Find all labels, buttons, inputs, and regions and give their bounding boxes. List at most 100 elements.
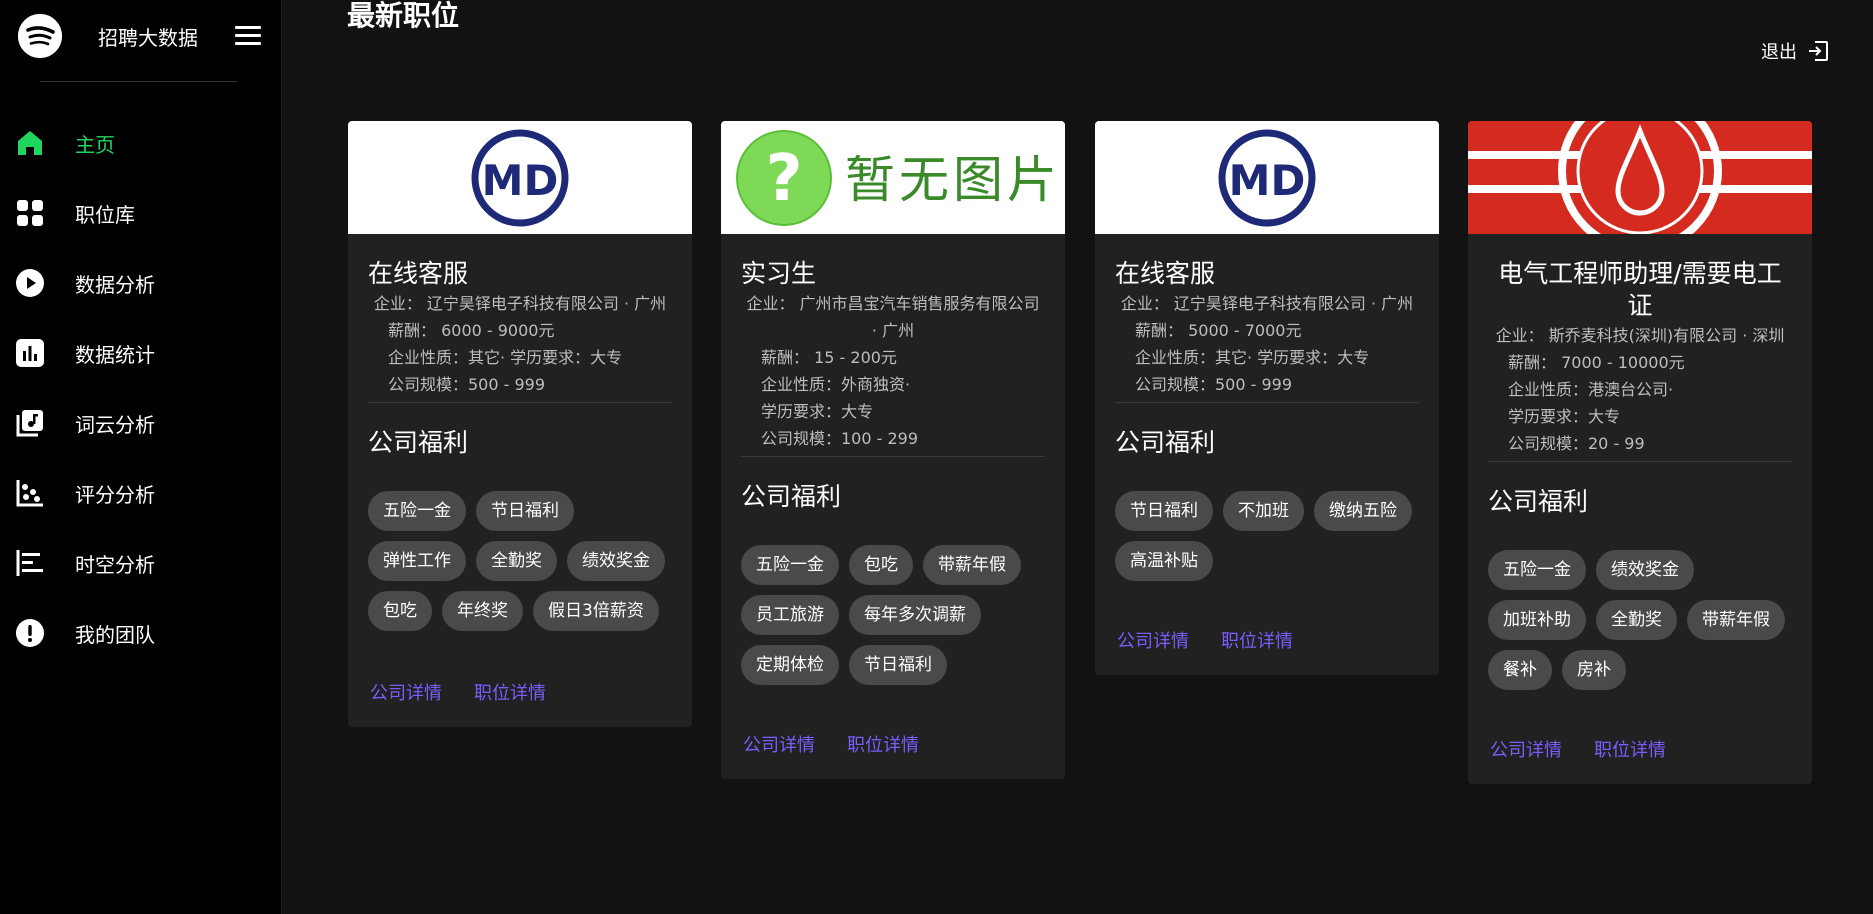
benefit-tag[interactable]: 高温补贴 [1115,541,1213,581]
job-card: ? 暂无图片 实习生 企业： 广州市昌宝汽车销售服务有限公司 · 广州 薪酬： … [721,121,1065,779]
education: 学历要求：大专 [1508,407,1621,426]
brand-header: 招聘大数据 [0,0,282,82]
company-scale: 公司规模：500 - 999 [388,375,546,394]
salary: 薪酬： 5000 - 7000元 [1135,321,1302,340]
sidebar-item-home[interactable]: 主页 [0,108,282,178]
benefit-tag[interactable]: 假日3倍薪资 [533,591,659,631]
company-scale: 公司规模：20 - 99 [1508,434,1645,453]
divider [1488,461,1792,462]
svg-text:MD: MD [482,156,559,205]
company-name: 企业： 广州市昌宝汽车销售服务有限公司 · 广州 [746,294,1040,340]
benefit-tag[interactable]: 节日福利 [476,491,574,531]
benefit-tag[interactable]: 年终奖 [442,591,523,631]
logout-button[interactable]: 退出 [1761,38,1829,64]
benefit-tag[interactable]: 缴纳五险 [1314,491,1412,531]
benefit-tag[interactable]: 包吃 [368,591,432,631]
salary: 薪酬： 15 - 200元 [761,348,897,367]
job-detail-link[interactable]: 职位详情 [1221,627,1293,653]
benefit-tag[interactable]: 包吃 [849,545,913,585]
sidebar-item-label: 主页 [75,132,115,157]
benefit-tag[interactable]: 定期体检 [741,645,839,685]
sidebar-item-team[interactable]: 我的团队 [0,598,282,668]
benefit-tags: 节日福利 不加班 缴纳五险 高温补贴 [1115,491,1419,581]
benefit-tag[interactable]: 房补 [1562,650,1626,690]
benefit-tag[interactable]: 五险一金 [368,491,466,531]
sidebar-item-label: 我的团队 [75,622,155,647]
red-cross-logo-icon [1468,121,1812,234]
company-name: 企业： 斯乔麦科技(深圳)有限公司 · 深圳 [1495,326,1785,345]
hamburger-menu-icon[interactable] [235,26,261,46]
sidebar-item-jobs[interactable]: 职位库 [0,178,282,248]
no-image-icon: ? 暂无图片 [736,130,1061,226]
company-name: 企业： 辽宁昊铎电子科技有限公司 · 广州 [1120,294,1414,313]
logout-icon [1809,41,1828,61]
bar-chart-icon [14,337,46,369]
benefit-tags: 五险一金 绩效奖金 加班补助 全勤奖 带薪年假 餐补 房补 [1488,550,1792,690]
benefit-tag[interactable]: 节日福利 [849,645,947,685]
benefit-tag[interactable]: 全勤奖 [1596,600,1677,640]
grid-icon [14,197,46,229]
company-name: 企业： 辽宁昊铎电子科技有限公司 · 广州 [373,294,667,313]
no-image-text: 暂无图片 [845,151,1061,209]
sidebar-item-statistics[interactable]: 数据统计 [0,318,282,388]
company-scale: 公司规模：100 - 299 [761,429,919,448]
info-icon [14,617,46,649]
benefit-tag[interactable]: 带薪年假 [1687,600,1785,640]
job-detail-link[interactable]: 职位详情 [1594,736,1666,762]
spotify-logo-icon[interactable] [18,14,62,58]
sidebar-item-label: 职位库 [75,202,135,227]
company-nature-education: 企业性质：其它· 学历要求：大专 [388,348,623,367]
benefit-tag[interactable]: 每年多次调薪 [849,595,981,635]
benefit-tag[interactable]: 不加班 [1223,491,1304,531]
play-icon [14,267,46,299]
benefit-tag[interactable]: 绩效奖金 [1596,550,1694,590]
job-title: 电气工程师助理/需要电工证 [1498,259,1782,320]
sidebar-item-spacetime[interactable]: 时空分析 [0,528,282,598]
job-card: MD 在线客服 企业： 辽宁昊铎电子科技有限公司 · 广州 薪酬： 6000 -… [348,121,692,727]
sidebar-nav: 主页 职位库 数据分析 数据统计 词云分析 评分分析 时空分析 我的团队 [0,108,282,668]
company-detail-link[interactable]: 公司详情 [370,679,442,705]
divider [40,81,237,82]
company-logo: ? 暂无图片 [721,121,1065,234]
benefit-tag[interactable]: 五险一金 [741,545,839,585]
company-detail-link[interactable]: 公司详情 [1117,627,1189,653]
company-detail-link[interactable]: 公司详情 [743,731,815,757]
sidebar-item-label: 词云分析 [75,412,155,437]
job-title: 在线客服 [368,259,469,288]
divider [368,402,672,403]
sidebar-item-analysis[interactable]: 数据分析 [0,248,282,318]
benefit-tag[interactable]: 餐补 [1488,650,1552,690]
job-card: 电气工程师助理/需要电工证 企业： 斯乔麦科技(深圳)有限公司 · 深圳 薪酬：… [1468,121,1812,784]
sidebar-item-wordcloud[interactable]: 词云分析 [0,388,282,458]
sidebar-item-rating[interactable]: 评分分析 [0,458,282,528]
benefit-tag[interactable]: 绩效奖金 [567,541,665,581]
sidebar-item-label: 数据分析 [75,272,155,297]
benefit-tag[interactable]: 全勤奖 [476,541,557,581]
benefit-title: 公司福利 [1488,487,1589,516]
company-scale: 公司规模：500 - 999 [1135,375,1293,394]
benefit-tag[interactable]: 五险一金 [1488,550,1586,590]
job-detail-link[interactable]: 职位详情 [474,679,546,705]
job-detail-link[interactable]: 职位详情 [847,731,919,757]
svg-text:?: ? [765,142,802,216]
page-title: 最新职位 [347,0,460,32]
benefit-tag[interactable]: 加班补助 [1488,600,1586,640]
main-content: 最新职位 退出 MD 在线客服 企业： 辽宁昊铎电子科技有限公司 · 广州 薪酬… [283,0,1873,914]
benefit-tag[interactable]: 员工旅游 [741,595,839,635]
home-icon [14,127,46,159]
job-title: 在线客服 [1115,259,1216,288]
divider [1115,402,1419,403]
company-detail-link[interactable]: 公司详情 [1490,736,1562,762]
job-card: MD 在线客服 企业： 辽宁昊铎电子科技有限公司 · 广州 薪酬： 5000 -… [1095,121,1439,675]
benefit-tag[interactable]: 节日福利 [1115,491,1213,531]
benefit-tag[interactable]: 弹性工作 [368,541,466,581]
benefit-tag[interactable]: 带薪年假 [923,545,1021,585]
company-nature: 企业性质：外商独资· [761,375,911,394]
benefit-tags: 五险一金 节日福利 弹性工作 全勤奖 绩效奖金 包吃 年终奖 假日3倍薪资 [368,491,672,631]
timeline-icon [14,547,46,579]
sidebar-item-label: 评分分析 [75,482,155,507]
md-logo-icon: MD [471,129,569,226]
divider [741,456,1045,457]
salary: 薪酬： 7000 - 10000元 [1508,353,1685,372]
company-logo: MD [1095,121,1439,234]
